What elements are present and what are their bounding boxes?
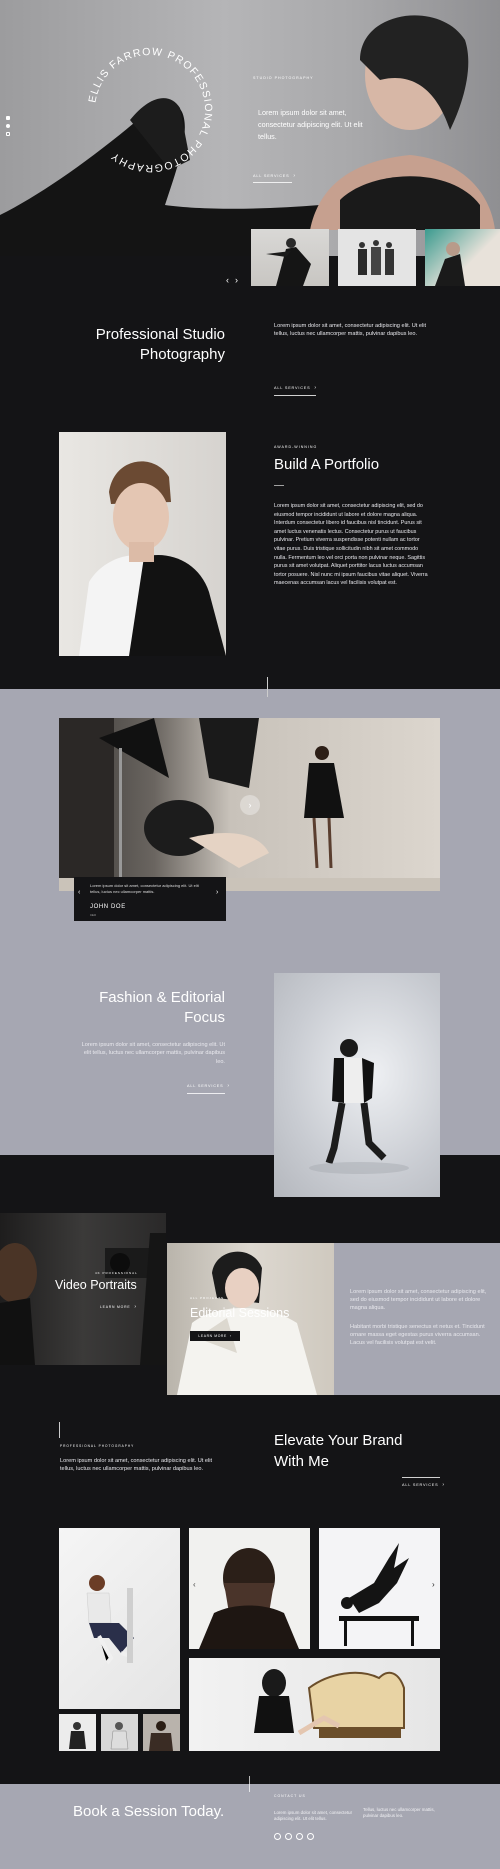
footer-contact-label: CONTACT US (274, 1794, 306, 1798)
fashion-button-label: ALL SERVICES (187, 1084, 224, 1088)
intro-all-services-button[interactable]: ALL SERVICES › (274, 385, 317, 391)
fashion-all-services-button[interactable]: ALL SERVICES › (187, 1083, 230, 1089)
elevate-button-label: ALL SERVICES (402, 1483, 439, 1487)
video-button-label: LEARN MORE (100, 1305, 131, 1309)
portrait-image (435, 242, 465, 286)
footer-section (0, 1784, 500, 1869)
slider-prev-icon[interactable]: ‹ (226, 275, 229, 285)
video-learn-more-button[interactable]: LEARN MORE › (100, 1304, 137, 1310)
intro-button-label: ALL SERVICES (274, 386, 311, 390)
hero-label: STUDIO PHOTOGRAPHY (253, 76, 314, 80)
fashion-button-underline (187, 1093, 225, 1094)
youtube-icon[interactable] (307, 1833, 314, 1840)
elevate-vertical-line (59, 1422, 60, 1438)
dancer-image (266, 238, 311, 286)
gallery-thumb-3[interactable] (143, 1714, 180, 1751)
gallery-falling-image[interactable] (319, 1528, 440, 1649)
gallery-thumb-1[interactable] (59, 1714, 96, 1751)
editorial-text-1: Lorem ipsum dolor sit amet, consectetur … (350, 1289, 487, 1312)
testimonial-prev-icon[interactable]: ‹ (78, 889, 80, 896)
arrow-right-icon: › (293, 173, 296, 179)
gallery-next-icon[interactable]: › (432, 1580, 435, 1589)
hero-button-underline (253, 182, 292, 183)
hero-button-label: ALL SERVICES (253, 174, 290, 178)
hero-thumbnail-3[interactable] (425, 229, 500, 286)
slider-next-icon[interactable]: › (235, 275, 238, 285)
footer-vertical-line (249, 1776, 250, 1792)
intro-text: Lorem ipsum dolor sit amet, consectetur … (274, 323, 427, 338)
hero-all-services-button[interactable]: ALL SERVICES › (253, 173, 296, 179)
hero-slider-nav: ‹ › (226, 275, 238, 285)
studio-play-button[interactable]: › (240, 795, 260, 815)
editorial-info-panel (334, 1243, 500, 1395)
intro-button-underline (274, 395, 316, 396)
portfolio-divider (274, 485, 284, 486)
twitter-icon[interactable] (6, 124, 10, 128)
svg-text:ELLIS FARROW PROFESSIONAL PHOT: ELLIS FARROW PROFESSIONAL PHOTOGRAPHY (86, 46, 214, 174)
editorial-text-2: Habitant morbi tristique senectus et net… (350, 1324, 485, 1347)
intro-heading-line1: Professional Studio (95, 326, 225, 343)
arrow-right-icon: › (314, 385, 317, 391)
elevate-heading-line1: Elevate Your Brand (274, 1432, 403, 1449)
intro-heading: Professional Studio Photography (60, 325, 225, 365)
gallery-large-image[interactable] (59, 1528, 180, 1709)
fashion-heading-line1: Fashion & Editorial (99, 989, 225, 1006)
footer-contact-text: Lorem ipsum dolor sit amet, consectetur … (274, 1810, 353, 1822)
elevate-all-services-button[interactable]: ALL SERVICES › (402, 1482, 445, 1488)
hero-thumbnail-2[interactable] (338, 229, 416, 286)
editorial-button-label: LEARN MORE (198, 1334, 227, 1338)
gallery-portrait-image[interactable] (189, 1528, 310, 1649)
elevate-label: PROFESSIONAL PHOTOGRAPHY (60, 1444, 135, 1448)
testimonial-card: ‹ › Lorem ipsum dolor sit amet, consecte… (74, 877, 226, 921)
elevate-heading: Elevate Your Brand With Me (274, 1430, 402, 1472)
facebook-icon[interactable] (6, 116, 10, 120)
footer-contact-text-2: Tellus, luctus nec ullamcorper mattis, p… (363, 1807, 435, 1819)
intro-heading-line2: Photography (139, 346, 225, 363)
portfolio-text: Lorem ipsum dolor sit amet, consectetur … (274, 503, 428, 587)
circular-logo-text: ELLIS FARROW PROFESSIONAL PHOTOGRAPHY (86, 46, 214, 174)
testimonial-next-icon[interactable]: › (216, 889, 218, 896)
editorial-heading: Editorial Sessions (190, 1306, 290, 1320)
arrow-right-icon: › (134, 1304, 137, 1310)
chevron-right-icon: › (248, 800, 252, 810)
fashion-heading-line2: Focus (184, 1009, 225, 1026)
elevate-button-line (402, 1477, 440, 1478)
portfolio-heading: Build A Portfolio (274, 456, 380, 473)
editorial-learn-more-button[interactable]: LEARN MORE › (190, 1331, 240, 1341)
gallery-wide-image[interactable] (189, 1658, 440, 1751)
twitter-icon[interactable] (285, 1833, 292, 1840)
gallery-prev-icon[interactable]: ‹ (193, 1580, 196, 1589)
fashion-text: Lorem ipsum dolor sit amet, consectetur … (81, 1042, 225, 1065)
fashion-dancer-image (274, 973, 440, 1197)
footer-heading: Book a Session Today. (73, 1803, 225, 1820)
footer-social-icons (274, 1833, 314, 1840)
video-heading: Video Portraits (55, 1278, 137, 1292)
arrow-right-icon: › (229, 1334, 232, 1338)
vertical-divider (267, 677, 268, 697)
editorial-label: ALL PROJECTS (190, 1296, 225, 1300)
elevate-heading-line2: With Me (274, 1453, 330, 1470)
video-label: 4K PROFESSIONAL (95, 1271, 138, 1275)
portfolio-portrait-image (59, 432, 226, 656)
group-image (358, 240, 394, 275)
portfolio-label: AWARD-WINNING (274, 445, 318, 449)
instagram-icon[interactable] (6, 132, 10, 136)
testimonial-name: JOHN DOE (90, 904, 126, 910)
hero-social-icons (6, 116, 10, 136)
elevate-text: Lorem ipsum dolor sit amet, consectetur … (60, 1458, 213, 1473)
arrow-right-icon: › (442, 1482, 445, 1488)
facebook-icon[interactable] (274, 1833, 281, 1840)
testimonial-text: Lorem ipsum dolor sit amet, consectetur … (90, 883, 199, 894)
fashion-heading: Fashion & Editorial Focus (60, 988, 225, 1028)
arrow-right-icon: › (227, 1083, 230, 1089)
testimonial-role: CEO (90, 913, 97, 917)
instagram-icon[interactable] (296, 1833, 303, 1840)
hero-text: Lorem ipsum dolor sit amet, consectetur … (258, 108, 363, 141)
hero-section: ELLIS FARROW PROFESSIONAL PHOTOGRAPHY ST… (0, 0, 500, 256)
hero-thumbnail-1[interactable] (251, 229, 329, 286)
gallery-thumb-2[interactable] (101, 1714, 138, 1751)
